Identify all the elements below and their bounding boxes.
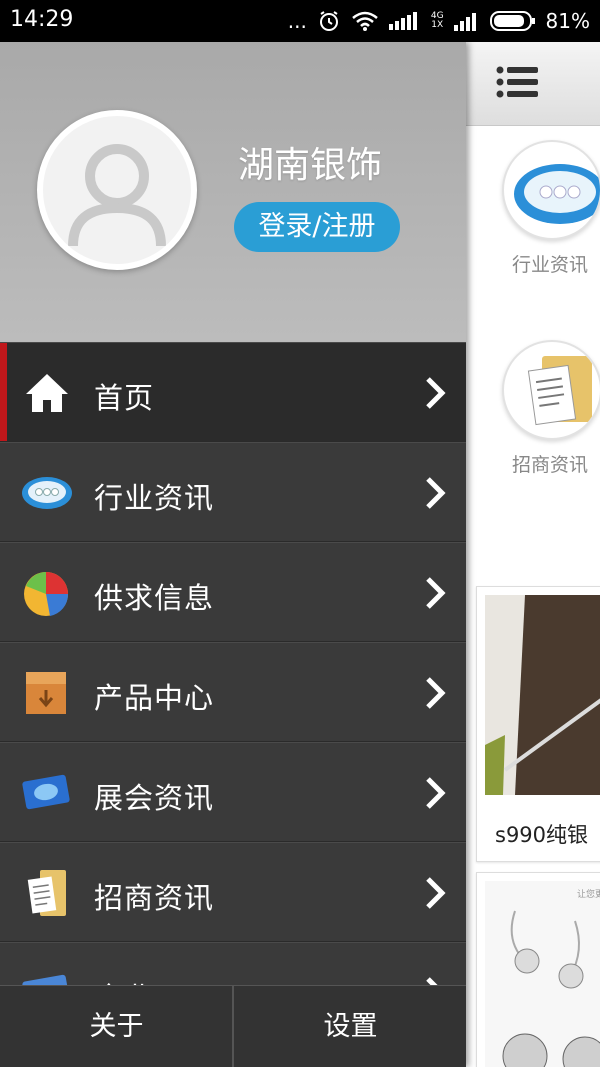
navigation-drawer: 湖南银饰 登录/注册 首页 行业资讯 供求信息 产品中心 展会资讯 招商资讯 关… [0,42,466,1067]
login-register-button[interactable]: 登录/注册 [234,202,400,252]
menu-item-label: 首页 [94,381,155,415]
about-button[interactable]: 关于 [0,986,233,1067]
product-title: s990纯银 [495,823,589,847]
menu-item-label: 行业资讯 [94,481,215,515]
category-industry-news[interactable]: 行业资讯 [502,140,600,277]
product-image [485,595,600,795]
box-icon [26,672,66,714]
menu-item-supply-demand[interactable]: 供求信息 [0,542,466,642]
category-label: 招商资讯 [512,454,589,476]
chevron-right-icon [426,777,446,809]
status-bar: 14:29 ... 4G 1X 81% [0,0,600,42]
wifi-icon [352,11,378,31]
signal-dots-icon [388,12,417,30]
status-icons: ... 4G 1X 81% [288,6,590,36]
network-type-bottom: 1X [431,20,444,30]
pie-chart-icon [24,572,69,616]
chevron-right-icon [426,677,446,709]
settings-button[interactable]: 设置 [234,986,466,1067]
chevron-right-icon [426,577,446,609]
folder-docs-icon [27,870,66,916]
network-type: 4G 1X [431,12,444,30]
home-icon [26,374,68,412]
status-time: 14:29 [10,7,74,32]
main-header [466,42,600,126]
folder-docs-icon [502,340,600,440]
signal-bars-icon [453,13,476,31]
site-name: 湖南银饰 [238,145,383,186]
more-dots: ... [287,9,307,33]
profile-header: 湖南银饰 登录/注册 [0,42,466,342]
battery-percent: 81% [545,9,590,33]
chat-bubble-icon [502,140,600,240]
product-image: 让您更 [485,881,600,1067]
menu-item-label: 展会资讯 [94,781,215,815]
menu-item-industry-news[interactable]: 行业资讯 [0,442,466,542]
product-card[interactable]: s990纯银 [476,586,600,862]
product-image-text: 让您更 [577,890,600,900]
category-investment-news[interactable]: 招商资讯 [502,340,600,477]
battery-icon [489,11,535,31]
menu-item-label: 产品中心 [94,681,215,715]
menu-item-label: 供求信息 [94,581,215,615]
drawer-menu: 首页 行业资讯 供求信息 产品中心 展会资讯 招商资讯 [0,342,466,1042]
avatar[interactable] [37,110,197,270]
chevron-right-icon [426,877,446,909]
menu-item-home[interactable]: 首页 [0,342,466,442]
menu-item-exhibition-news[interactable]: 展会资讯 [0,742,466,842]
chevron-right-icon [426,477,446,509]
list-icon[interactable] [496,66,538,98]
category-label: 行业资讯 [512,254,589,276]
main-content: 行业资讯 招商资讯 s990纯银 让您更 [466,42,600,1067]
chat-bubble-icon [22,477,72,509]
menu-item-label: 招商资讯 [94,881,215,915]
card-icon [22,774,70,810]
menu-item-product-center[interactable]: 产品中心 [0,642,466,742]
product-card[interactable]: 让您更 [476,872,600,1067]
drawer-bottom-bar: 关于 设置 [0,985,466,1067]
menu-item-investment-news[interactable]: 招商资讯 [0,842,466,942]
chevron-right-icon [426,377,446,409]
alarm-icon [319,11,338,31]
